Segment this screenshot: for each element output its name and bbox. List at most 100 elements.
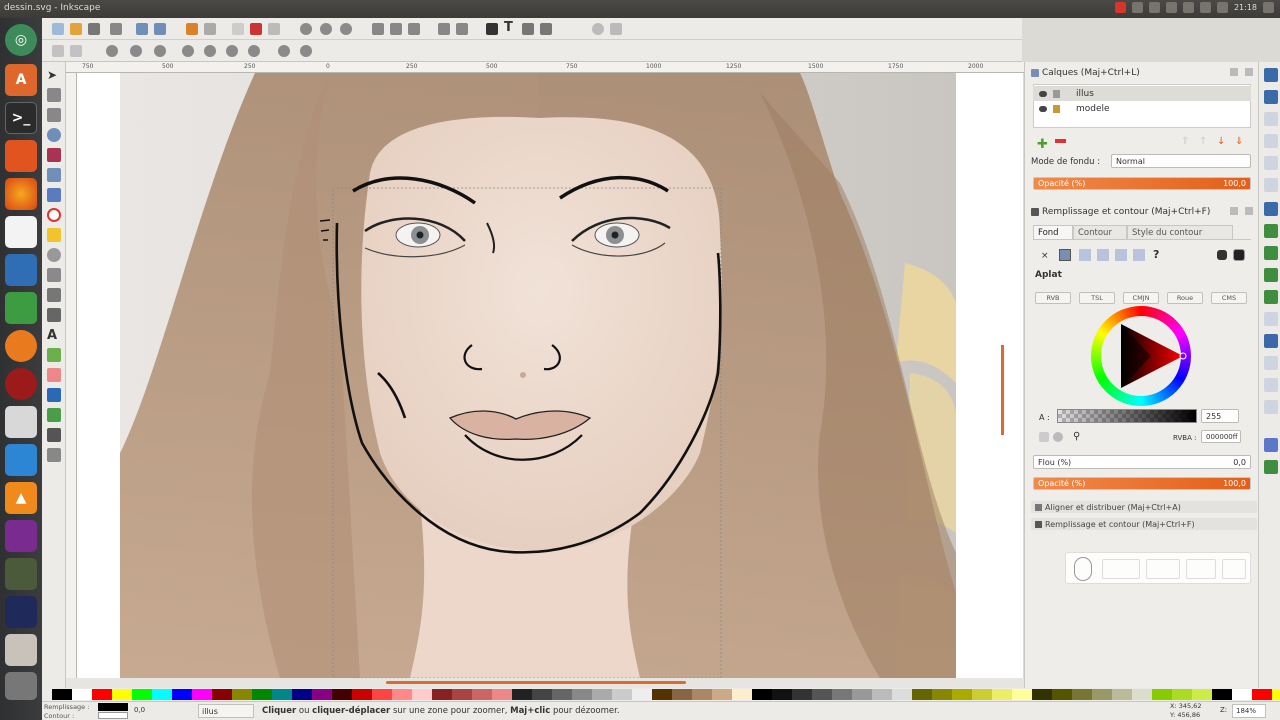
palette-swatch[interactable]	[1172, 689, 1192, 700]
zoom-in-icon[interactable]	[52, 45, 64, 57]
gradient-tool-icon[interactable]	[47, 408, 61, 422]
palette-swatch[interactable]	[1232, 689, 1252, 700]
palette-swatch[interactable]	[572, 689, 592, 700]
layer-name[interactable]: illus	[1076, 89, 1094, 99]
zoom-next-icon[interactable]	[300, 45, 312, 57]
terminal-icon[interactable]: >_	[5, 102, 37, 134]
zoom-selection-icon[interactable]	[300, 23, 312, 35]
palette-swatch[interactable]	[532, 689, 552, 700]
keyboard-layout-icon[interactable]	[1165, 2, 1177, 13]
measure-tool-icon[interactable]	[47, 148, 61, 162]
palette-swatch[interactable]	[292, 689, 312, 700]
layer-row-illus[interactable]: illus	[1033, 86, 1251, 101]
import-icon[interactable]	[136, 23, 148, 35]
palette-swatch[interactable]	[1272, 689, 1280, 700]
palette-swatch[interactable]	[1152, 689, 1172, 700]
scanner-icon[interactable]	[5, 406, 37, 438]
tab-stroke-style[interactable]: Style du contour	[1127, 225, 1233, 239]
dash-icon[interactable]: ◎	[5, 24, 37, 56]
save-icon[interactable]	[88, 23, 100, 35]
palette-swatch[interactable]	[472, 689, 492, 700]
palette-swatch[interactable]	[192, 689, 212, 700]
snap-bbox-corner-icon[interactable]	[1264, 134, 1278, 148]
undo-icon[interactable]	[186, 23, 198, 35]
window-icon[interactable]	[5, 634, 37, 666]
palette-swatch[interactable]	[672, 689, 692, 700]
add-layer-icon[interactable]: ✚	[1037, 137, 1048, 152]
clone-icon[interactable]	[390, 23, 402, 35]
connector-tool-icon[interactable]	[47, 448, 61, 462]
battery-icon[interactable]	[1199, 2, 1211, 13]
palette-swatch[interactable]	[512, 689, 532, 700]
palette-swatch[interactable]	[812, 689, 832, 700]
firefox-icon[interactable]	[5, 178, 37, 210]
object-opacity-slider[interactable]: Opacité (%) 100,0	[1033, 477, 1251, 490]
no-paint-icon[interactable]: ×	[1041, 251, 1049, 261]
palette-swatch[interactable]	[692, 689, 712, 700]
volume-icon[interactable]	[1216, 2, 1228, 13]
palette-swatch[interactable]	[932, 689, 952, 700]
swatch-icon[interactable]	[1133, 249, 1145, 261]
writer-icon[interactable]	[5, 254, 37, 286]
stroke-width-value[interactable]: 0,0	[134, 706, 145, 714]
print-icon[interactable]	[110, 23, 122, 35]
unset-paint-icon[interactable]: ?	[1153, 248, 1159, 261]
vlc-icon[interactable]: ▲	[5, 482, 37, 514]
alpha-slider[interactable]	[1057, 409, 1197, 423]
paste-icon[interactable]	[268, 23, 280, 35]
palette-swatch[interactable]	[852, 689, 872, 700]
copy-icon[interactable]	[232, 23, 244, 35]
lock-icon[interactable]	[1053, 89, 1060, 98]
color-picker-icon[interactable]: ⚲	[1073, 431, 1080, 442]
palette-swatch[interactable]	[552, 689, 572, 700]
mode-wheel-button[interactable]: Roue	[1167, 292, 1203, 304]
network-icon[interactable]	[1148, 2, 1160, 13]
palette-swatch[interactable]	[772, 689, 792, 700]
export-icon[interactable]	[154, 23, 166, 35]
new-document-icon[interactable]	[52, 23, 64, 35]
cut-icon[interactable]	[250, 23, 262, 35]
snap-enable-icon[interactable]	[1264, 68, 1278, 82]
zoom-fit-page-icon[interactable]	[226, 45, 238, 57]
snap-cusp-icon[interactable]	[1264, 268, 1278, 282]
zoom-previous-icon[interactable]	[278, 45, 290, 57]
document-properties-icon[interactable]	[610, 23, 622, 35]
palette-swatch[interactable]	[592, 689, 612, 700]
calc-icon[interactable]	[5, 292, 37, 324]
zoom-1-1-icon[interactable]	[106, 45, 118, 57]
fill-stroke-icon[interactable]	[486, 23, 498, 35]
lower-bottom-icon[interactable]: ⇓	[1235, 136, 1243, 147]
palette-swatch[interactable]	[992, 689, 1012, 700]
snap-smooth-icon[interactable]	[1264, 290, 1278, 304]
zoom-fit-drawing-icon[interactable]	[204, 45, 216, 57]
trash-icon[interactable]	[5, 672, 37, 700]
palette-swatch[interactable]	[412, 689, 432, 700]
blender-icon[interactable]	[5, 330, 37, 362]
panel-close-icon[interactable]	[1245, 207, 1253, 215]
zoom-fit-width-icon[interactable]	[248, 45, 260, 57]
palette-swatch[interactable]	[172, 689, 192, 700]
palette-swatch[interactable]	[1052, 689, 1072, 700]
node-tool-icon[interactable]	[47, 88, 61, 102]
scroll-thumb[interactable]	[386, 681, 686, 684]
palette-swatch[interactable]	[1192, 689, 1212, 700]
tab-stroke[interactable]: Contour	[1073, 225, 1127, 239]
spray-tool-icon[interactable]	[47, 348, 61, 362]
raise-top-icon[interactable]: ⇑	[1181, 136, 1189, 147]
palette-swatch[interactable]	[252, 689, 272, 700]
drawing-canvas[interactable]	[77, 73, 1023, 678]
palette-swatch[interactable]	[432, 689, 452, 700]
eye-icon[interactable]	[1039, 105, 1047, 112]
blur-slider[interactable]: Flou (%) 0,0	[1033, 455, 1251, 469]
dropper-tool-icon[interactable]	[47, 428, 61, 442]
redo-icon[interactable]	[204, 23, 216, 35]
palette-swatch[interactable]	[272, 689, 292, 700]
mode-cms-button[interactable]: CMS	[1211, 292, 1247, 304]
palette-swatch[interactable]	[92, 689, 112, 700]
dropbox-icon[interactable]	[5, 444, 37, 476]
text-font-icon[interactable]: T	[504, 20, 516, 35]
palette-swatch[interactable]	[372, 689, 392, 700]
mail-icon[interactable]	[1182, 2, 1194, 13]
palette-swatch[interactable]	[1072, 689, 1092, 700]
bucket-tool-icon[interactable]	[47, 388, 61, 402]
